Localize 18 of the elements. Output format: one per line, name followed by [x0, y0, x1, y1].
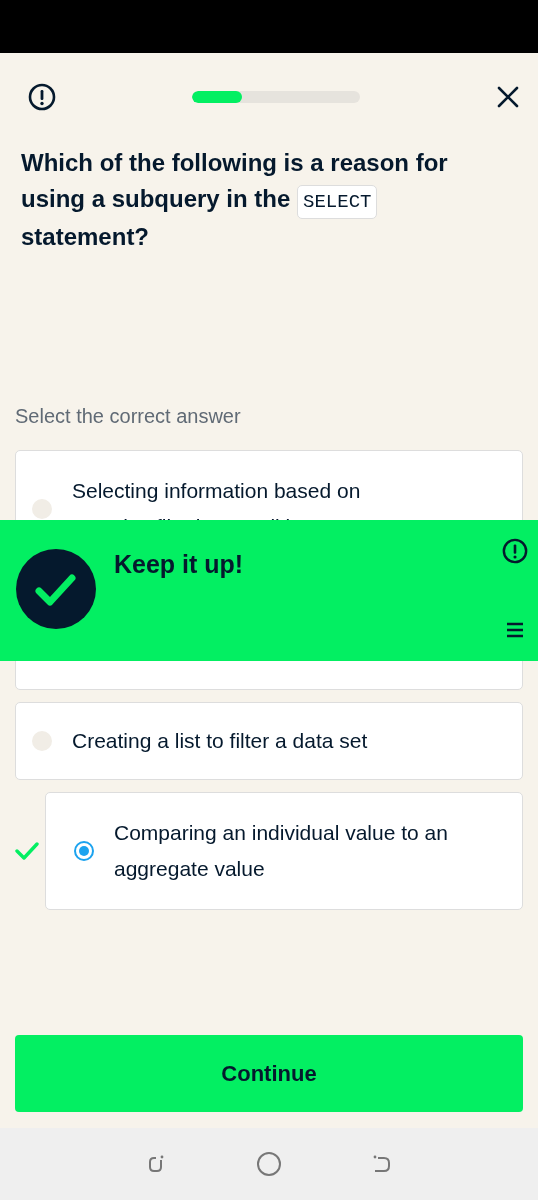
answer-option[interactable]: Creating a list to filter a data set [15, 702, 523, 780]
answer-option[interactable]: Comparing an individual value to an aggregate value [45, 792, 523, 910]
radio-button[interactable] [32, 499, 52, 519]
check-circle-icon [15, 548, 97, 630]
option-text: Comparing an individual value to an aggregate value [114, 820, 449, 882]
report-icon[interactable] [502, 538, 528, 564]
question-text: Which of the following is a reason for using a subquery in the SELECT statement? [21, 148, 449, 252]
close-icon[interactable] [496, 85, 520, 109]
check-icon [15, 841, 39, 861]
home-icon[interactable] [256, 1151, 282, 1177]
feedback-message: Keep it up! [114, 550, 244, 579]
menu-icon[interactable] [506, 622, 524, 638]
option-text: Creating a list to filter a data set [72, 728, 368, 754]
continue-button[interactable]: Continue [15, 1035, 523, 1112]
radio-button[interactable] [74, 841, 94, 861]
report-icon[interactable] [28, 83, 56, 111]
radio-button[interactable] [32, 731, 52, 751]
instruction-text: Select the correct answer [15, 405, 242, 428]
